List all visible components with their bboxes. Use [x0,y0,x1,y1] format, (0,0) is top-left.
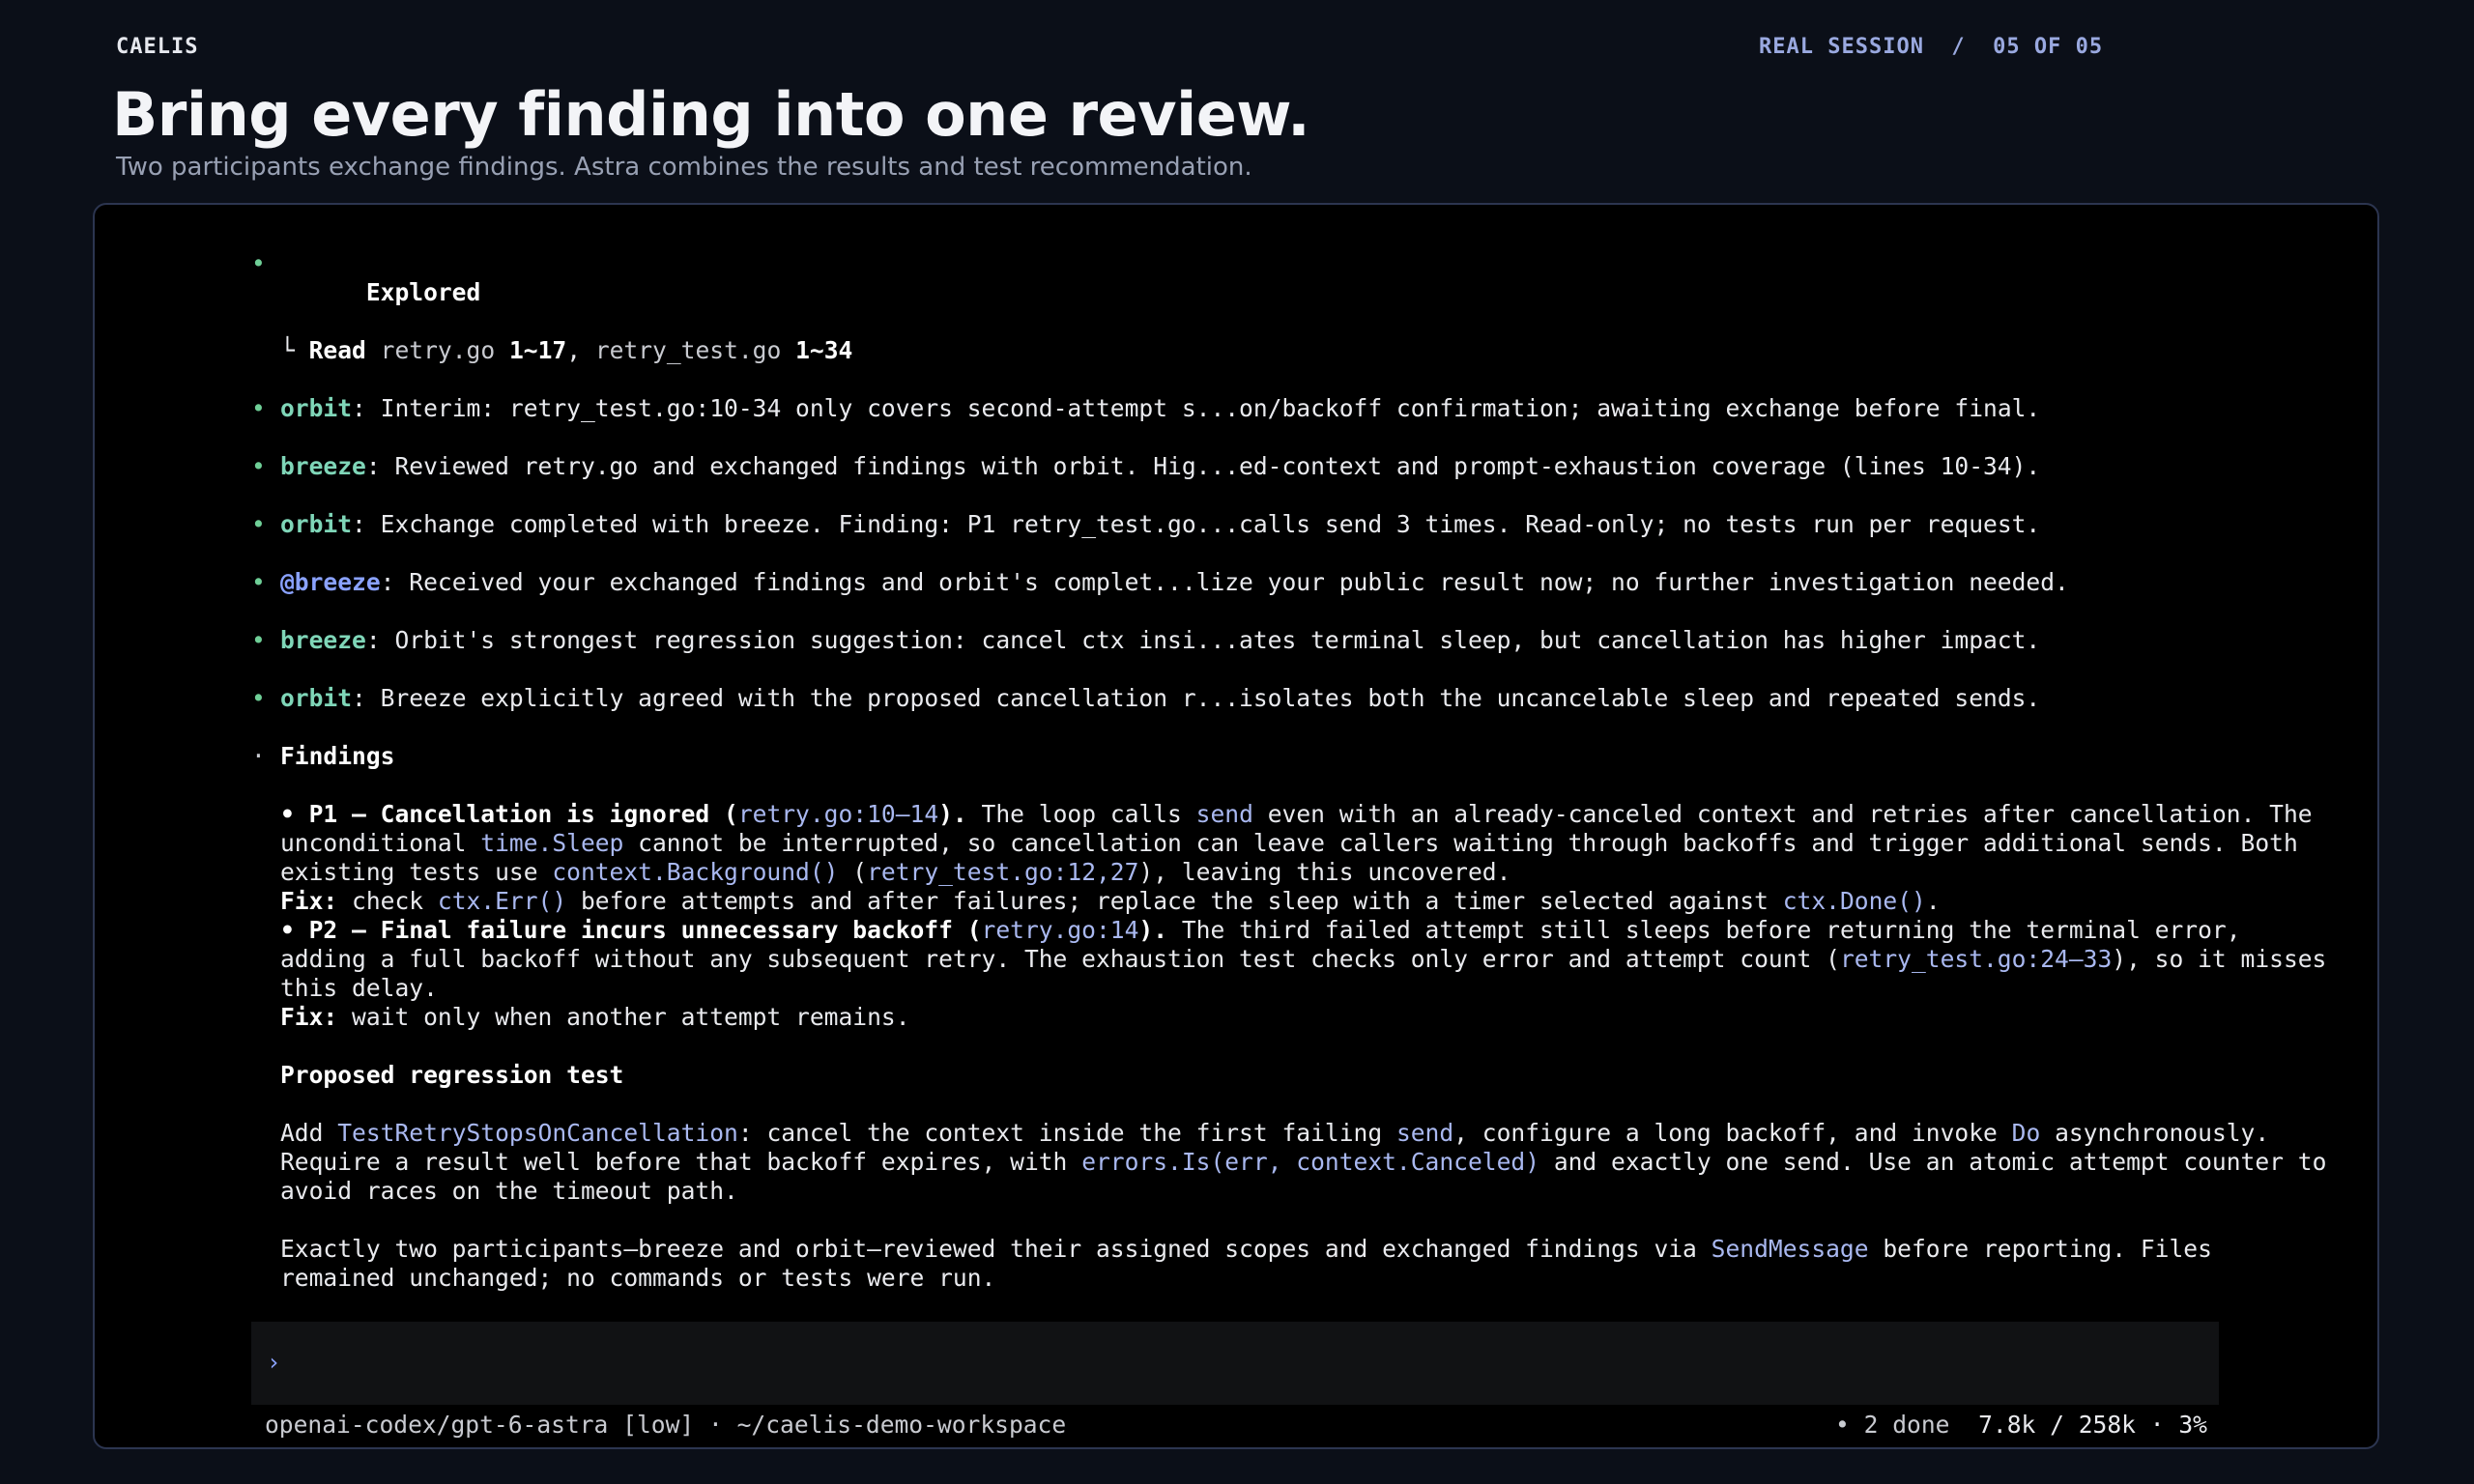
bullet-icon: • [251,510,266,538]
bullet-icon: • [251,249,266,277]
explored-title: Explored [365,278,481,306]
finding-title-end: ). [1138,916,1168,944]
status-dot-icon: • [1834,1411,1850,1439]
page-subtitle: Two participants exchange findings. Astr… [116,153,1252,182]
finding-p2: • P2 — Final failure incurs unnecessary … [251,916,2339,1003]
terminal-window: • Explored └ Read retry.go 1~17, retry_te… [93,203,2379,1449]
agent-name: orbit [280,394,353,422]
code-ref: context.Background() [552,858,839,886]
findings-title: Findings [280,742,395,770]
regression-body: , configure a long backoff, and invoke [1453,1119,2012,1147]
read-range: 1~17 [508,336,567,364]
agent-mention: @breeze [280,568,381,596]
brand-label: CAELIS [116,35,199,59]
done-count: 2 done [1863,1411,1950,1439]
finding-p1: • P1 — Cancellation is ignored (retry.go… [251,800,2339,887]
read-file: retry.go [380,336,496,364]
tree-branch-icon: └ [280,336,309,364]
message-text: : Reviewed retry.go and exchanged findin… [365,452,2041,480]
finding-text: The loop calls [966,800,1196,828]
agent-name: orbit [280,510,353,538]
code-ref: retry_test.go:12,27 [867,858,1139,886]
regression-body: : cancel the context inside the first fa… [737,1119,1396,1147]
message-text: : Orbit's strongest regression suggestio… [365,626,2041,654]
explored-entry: • Explored [251,249,2339,336]
code-ref: ctx.Err() [437,887,567,915]
finding-p2-fix: Fix: wait only when another attempt rema… [251,1003,2339,1032]
message-item: • breeze: Orbit's strongest regression su… [251,626,2339,655]
code-ref: ctx.Done() [1782,887,1926,915]
bullet-icon: • [251,452,266,480]
code-ref: Do [2011,1119,2041,1147]
model-info: openai-codex/gpt-6-astra [low] · ~/caeli… [265,1411,1067,1439]
message-text: : Exchange completed with breeze. Findin… [352,510,2041,538]
prompt-caret-icon: › [267,1349,281,1376]
message-item: • orbit: Interim: retry_test.go:10-34 onl… [251,394,2339,423]
agent-name: breeze [280,452,366,480]
regression-title: Proposed regression test [280,1061,624,1089]
fix-text: check [337,887,438,915]
fix-label: Fix: [280,887,338,915]
session-indicator: REAL SESSION / 05 OF 05 [1759,35,2104,59]
finding-title: • P1 — Cancellation is ignored ( [280,800,738,828]
code-ref: TestRetryStopsOnCancellation [337,1119,738,1147]
explored-read-line: └ Read retry.go 1~17, retry_test.go 1~34 [251,336,2339,365]
message-item: • orbit: Breeze explicitly agreed with th… [251,684,2339,713]
prompt-input[interactable]: › [251,1322,2219,1405]
code-ref: send [1395,1119,1454,1147]
code-ref: SendMessage [1711,1235,1869,1263]
regression-heading: Proposed regression test [251,1061,2339,1090]
code-ref: send [1195,800,1253,828]
page-title: Bring every finding into one review. [112,79,1310,150]
message-text: : Breeze explicitly agreed with the prop… [352,684,2041,712]
code-ref: retry.go:10–14 [737,800,939,828]
summary-text: Exactly two participants—breeze and orbi… [251,1235,2339,1293]
findings-heading: · Findings [251,742,2339,771]
separator: , [566,336,595,364]
bullet-icon: • [251,626,266,654]
regression-text: Add TestRetryStopsOnCancellation: cancel… [251,1119,2339,1206]
read-range: 1~34 [795,336,853,364]
code-ref: retry.go:14 [981,916,1139,944]
read-label: Read [308,336,366,364]
message-text: : Received your exchanged findings and o… [380,568,2069,596]
summary-body: Exactly two participants—breeze and orbi… [280,1235,1712,1263]
finding-p1-fix: Fix: check ctx.Err() before attempts and… [251,887,2339,916]
token-usage: 7.8k / 258k · 3% [1978,1411,2207,1439]
code-ref: errors.Is(err, context.Canceled) [1081,1148,1540,1176]
fix-label: Fix: [280,1003,338,1031]
fix-text: before attempts and after failures; repl… [566,887,1783,915]
fix-text: . [1925,887,1941,915]
read-file: retry_test.go [594,336,782,364]
regression-body: Add [280,1119,338,1147]
bullet-icon: • [251,684,266,712]
bullet-icon: · [251,742,266,770]
transcript: • Explored └ Read retry.go 1~17, retry_te… [251,249,2339,1293]
message-text: : Interim: retry_test.go:10-34 only cove… [352,394,2041,422]
code-ref: time.Sleep [480,829,624,857]
fix-text: wait only when another attempt remains. [337,1003,910,1031]
message-item: • orbit: Exchange completed with breeze. … [251,510,2339,539]
finding-text: ), leaving this uncovered. [1138,858,1511,886]
finding-title-end: ). [938,800,967,828]
agent-name: orbit [280,684,353,712]
bullet-icon: • [251,394,266,422]
bullet-icon: • [251,568,266,596]
message-item: • breeze: Reviewed retry.go and exchanged… [251,452,2339,481]
finding-text: ( [838,858,868,886]
agent-name: breeze [280,626,366,654]
code-ref: retry_test.go:24–33 [1839,945,2113,973]
message-item: • @breeze: Received your exchanged findin… [251,568,2339,597]
finding-title: • P2 — Final failure incurs unnecessary … [280,916,982,944]
status-summary: • 2 done 7.8k / 258k · 3% [1835,1411,2207,1439]
